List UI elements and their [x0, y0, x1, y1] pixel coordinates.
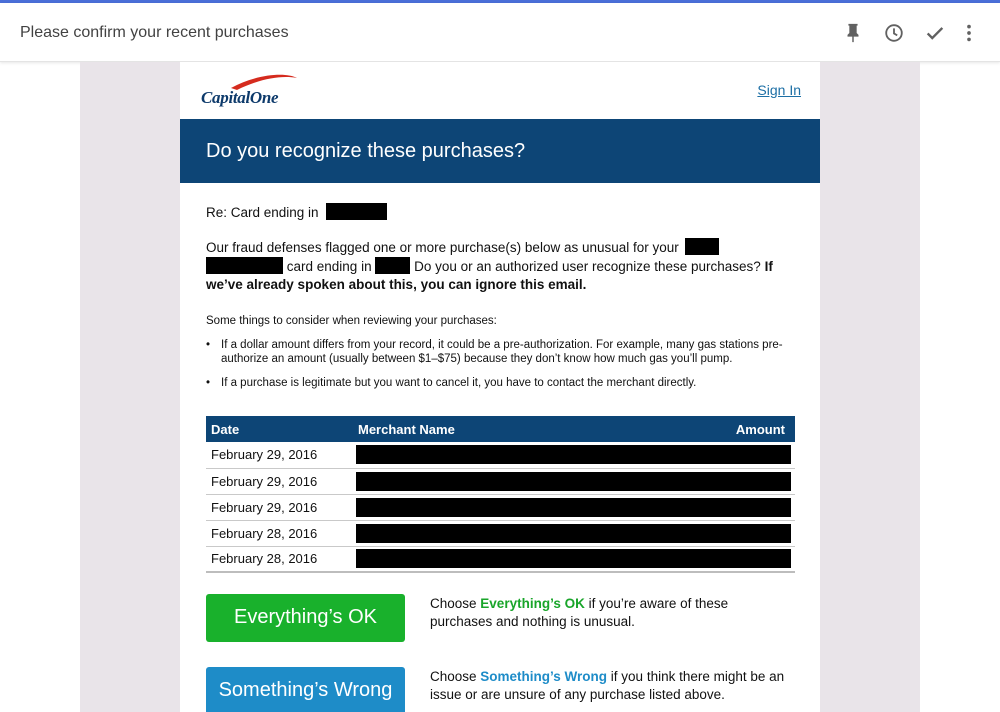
redacted-card-name — [684, 238, 719, 255]
clock-icon[interactable] — [883, 22, 905, 44]
merchant-header: Merchant Name — [353, 416, 630, 442]
transactions-table: Date Merchant Name Amount February 29, 2… — [206, 416, 795, 573]
banner-title: Do you recognize these purchases? — [206, 140, 526, 162]
date-cell: February 29, 2016 — [206, 494, 353, 521]
redacted-merchant — [353, 442, 795, 469]
date-header: Date — [206, 416, 353, 442]
email-body: CapitalOne Sign In Do you recognize thes… — [180, 62, 820, 712]
fraud-text-1: Our fraud defenses flagged one or more p… — [206, 240, 679, 255]
capital-one-logo: CapitalOne — [201, 72, 305, 110]
bullet-text: If a dollar amount differs from your rec… — [221, 339, 783, 365]
ok-text-pre: Choose — [430, 596, 481, 611]
bullet-icon: • — [206, 339, 211, 351]
inbox-header: Please confirm your recent purchases — [0, 3, 1000, 62]
wrong-text-pre: Choose — [430, 669, 481, 684]
re-line: Re: Card ending in — [206, 203, 388, 222]
consider-title: Some things to consider when reviewing y… — [206, 315, 497, 327]
table-row: February 29, 2016 — [206, 442, 795, 469]
redacted-card-type — [206, 257, 283, 274]
table-header-row: Date Merchant Name Amount — [206, 416, 795, 442]
date-cell: February 29, 2016 — [206, 442, 353, 469]
email-subject: Please confirm your recent purchases — [20, 24, 289, 41]
more-vert-icon[interactable] — [958, 22, 980, 44]
redacted-merchant — [353, 520, 795, 547]
logo-wordmark: CapitalOne — [201, 88, 279, 107]
wrong-text-highlight: Something’s Wrong — [480, 669, 608, 684]
table-row: February 29, 2016 — [206, 468, 795, 495]
fraud-paragraph: Our fraud defenses flagged one or more p… — [206, 238, 796, 294]
ok-text-highlight: Everything’s OK — [480, 596, 585, 611]
something-wrong-button[interactable]: Something’s Wrong — [206, 667, 405, 712]
bullet-icon: • — [206, 377, 211, 389]
redacted-card-number — [326, 203, 388, 220]
table-row: February 28, 2016 — [206, 546, 795, 573]
pin-icon[interactable] — [842, 22, 864, 44]
fraud-text-3: Do you or an authorized user recognize t… — [414, 259, 761, 274]
ok-description: Choose Everything’s OK if you’re aware o… — [430, 595, 790, 631]
wrong-description: Choose Something’s Wrong if you think th… — [430, 668, 790, 704]
list-item: • If a purchase is legitimate but you wa… — [206, 376, 796, 390]
date-cell: February 28, 2016 — [206, 520, 353, 547]
banner: Do you recognize these purchases? — [180, 119, 820, 183]
table-row: February 28, 2016 — [206, 520, 795, 547]
date-cell: February 29, 2016 — [206, 468, 353, 495]
everything-ok-button[interactable]: Everything’s OK — [206, 594, 405, 642]
redacted-merchant — [353, 468, 795, 495]
bullet-text: If a purchase is legitimate but you want… — [221, 377, 697, 389]
redacted-merchant — [353, 494, 795, 521]
redacted-merchant — [353, 546, 795, 573]
check-icon[interactable] — [924, 22, 946, 44]
sign-in-link[interactable]: Sign In — [757, 82, 801, 98]
amount-header: Amount — [629, 416, 795, 442]
redacted-card-digits — [375, 257, 411, 274]
list-item: • If a dollar amount differs from your r… — [206, 338, 796, 366]
re-label: Re: Card ending in — [206, 205, 319, 220]
date-cell: February 28, 2016 — [206, 546, 353, 573]
consider-list: • If a dollar amount differs from your r… — [206, 338, 796, 400]
fraud-text-2: card ending in — [286, 259, 372, 274]
table-row: February 29, 2016 — [206, 494, 795, 521]
